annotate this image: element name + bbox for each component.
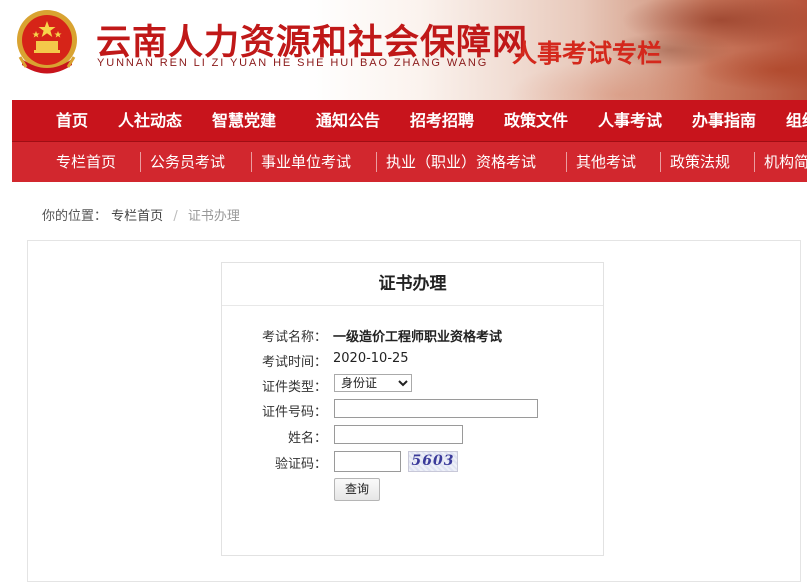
cert-type-select[interactable]: 身份证	[334, 374, 412, 392]
column-title: 人事考试专栏	[512, 39, 663, 68]
national-emblem-icon	[17, 10, 77, 74]
sub-nav-divider	[251, 152, 252, 172]
captcha-image[interactable]: 5603	[408, 451, 458, 472]
captcha-label: 验证码：	[274, 457, 327, 472]
main-nav-notices[interactable]: 通知公告	[316, 100, 380, 141]
sub-nav-qualification[interactable]: 执业（职业）资格考试	[386, 142, 536, 182]
main-nav-news[interactable]: 人社动态	[118, 100, 182, 141]
main-nav-exams[interactable]: 人事考试	[598, 100, 662, 141]
name-input[interactable]	[334, 425, 463, 444]
cert-number-label: 证件号码：	[261, 405, 327, 420]
main-nav-org[interactable]: 组织	[786, 100, 807, 141]
breadcrumb-divider: /	[173, 209, 178, 224]
sub-nav-public-institution[interactable]: 事业单位考试	[261, 142, 351, 182]
exam-name-label: 考试名称：	[261, 330, 327, 345]
query-button[interactable]: 查询	[334, 478, 380, 501]
captcha-input[interactable]	[334, 451, 401, 472]
main-nav-policy[interactable]: 政策文件	[504, 100, 568, 141]
main-nav-party[interactable]: 智慧党建	[212, 100, 276, 141]
sub-nav: 专栏首页 公务员考试 事业单位考试 执业（职业）资格考试 其他考试 政策法规 机…	[12, 142, 807, 182]
sub-nav-divider	[660, 152, 661, 172]
main-nav-home[interactable]: 首页	[56, 100, 88, 141]
name-label: 姓名：	[287, 431, 327, 446]
breadcrumb-current: 证书办理	[187, 209, 240, 224]
sub-nav-divider	[140, 152, 141, 172]
panel-title: 证书办理	[222, 263, 603, 306]
header-banner: 云南人力资源和社会保障网 YUNNAN REN LI ZI YUAN HE SH…	[0, 0, 807, 100]
breadcrumb: 你的位置： 专栏首页 / 证书办理	[42, 205, 240, 224]
main-nav-recruitment[interactable]: 招考招聘	[410, 100, 474, 141]
sub-nav-institutions[interactable]: 机构简	[764, 142, 807, 182]
sub-nav-regulations[interactable]: 政策法规	[670, 142, 730, 182]
sub-nav-divider	[376, 152, 377, 172]
site-subtitle: YUNNAN REN LI ZI YUAN HE SHE HUI BAO ZHA…	[97, 57, 489, 69]
main-nav-guide[interactable]: 办事指南	[692, 100, 756, 141]
sub-nav-column-home[interactable]: 专栏首页	[56, 142, 116, 182]
cert-type-label: 证件类型：	[261, 380, 327, 395]
sub-nav-divider	[566, 152, 567, 172]
breadcrumb-prefix: 你的位置：	[42, 209, 108, 224]
sub-nav-divider	[754, 152, 755, 172]
exam-time-value: 2020-10-25	[333, 351, 409, 366]
exam-name-value: 一级造价工程师职业资格考试	[333, 330, 503, 345]
main-nav: 首页 人社动态 智慧党建 通知公告 招考招聘 政策文件 人事考试 办事指南 组织	[12, 100, 807, 142]
cert-number-input[interactable]	[334, 399, 538, 418]
sub-nav-civil-service[interactable]: 公务员考试	[150, 142, 225, 182]
sub-nav-other-exams[interactable]: 其他考试	[576, 142, 636, 182]
breadcrumb-home-link[interactable]: 专栏首页	[111, 209, 163, 224]
exam-time-label: 考试时间：	[261, 355, 327, 370]
